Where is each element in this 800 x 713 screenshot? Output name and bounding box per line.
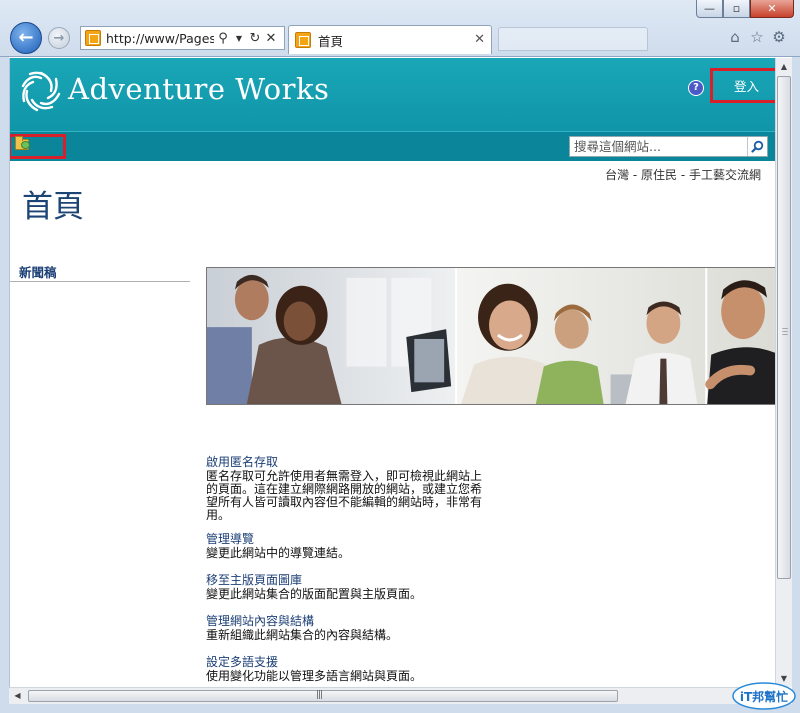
desc-line: 變更此網站中的導覽連結。 <box>206 546 351 560</box>
help-icon[interactable]: ? <box>688 80 704 96</box>
window-frame-bottom <box>0 704 800 713</box>
address-bar[interactable]: http://www/Pages/ ⚲ ▼ ↻ ✕ <box>80 26 285 50</box>
horizontal-scrollbar[interactable]: ◀ ||| ▶ <box>9 687 775 704</box>
site-actions-button[interactable] <box>10 134 66 159</box>
site-header: Adventure Works ? 登入 <box>10 58 775 161</box>
tab-home[interactable]: 首頁 ✕ <box>288 25 492 54</box>
manage-content-structure-link[interactable]: 管理網站內容與結構 <box>206 612 496 629</box>
window-frame-right <box>792 57 800 707</box>
link-block-manage-navigation: 管理導覽 變更此網站中的導覽連結。 <box>206 530 496 560</box>
link-description: 變更此網站中的導覽連結。 <box>206 547 496 560</box>
site-favicon-icon <box>85 30 101 46</box>
adventure-works-logo-icon <box>21 71 61 112</box>
horizontal-scroll-thumb[interactable]: ||| <box>28 690 618 702</box>
link-description: 重新組織此網站集合的內容與結構。 <box>206 629 496 642</box>
scroll-up-arrow-icon[interactable]: ▲ <box>776 58 792 75</box>
search-icon[interactable]: ⚲ <box>216 31 230 46</box>
background-tab[interactable] <box>498 27 648 51</box>
desc-line: 變更此網站集合的版面配置與主版頁面。 <box>206 587 423 601</box>
scroll-grip-icon: — — — <box>782 325 788 338</box>
forward-button[interactable]: → <box>48 27 70 49</box>
desc-line: 重新組織此網站集合的內容與結構。 <box>206 628 399 642</box>
enable-anonymous-access-link[interactable]: 啟用匿名存取 <box>206 453 496 470</box>
master-page-gallery-link[interactable]: 移至主版頁面圖庫 <box>206 571 496 588</box>
multilingual-support-link[interactable]: 設定多語支援 <box>206 653 496 670</box>
ithome-watermark-logo: iT邦幫忙 <box>732 682 796 710</box>
stop-icon[interactable]: ✕ <box>264 31 278 46</box>
folder-icon <box>15 136 30 150</box>
scroll-grip-icon: ||| <box>316 690 323 700</box>
home-icon[interactable]: ⌂ <box>726 28 744 46</box>
link-block-anonymous-access: 啟用匿名存取 匿名存取可允許使用者無需登入，即可檢視此網站上 的頁面。這在建立網… <box>206 453 496 522</box>
link-description: 變更此網站集合的版面配置與主版頁面。 <box>206 588 496 601</box>
banner-photo <box>206 267 775 405</box>
manage-navigation-link[interactable]: 管理導覽 <box>206 530 496 547</box>
sign-in-button[interactable]: 登入 <box>710 68 775 103</box>
vertical-scroll-thumb[interactable]: — — — <box>777 76 791 579</box>
tab-close-icon[interactable]: ✕ <box>474 32 485 47</box>
link-block-multilingual: 設定多語支援 使用變化功能以管理多語言網站與頁面。 <box>206 653 496 683</box>
quick-launch-divider <box>10 281 190 282</box>
link-block-master-page-gallery: 移至主版頁面圖庫 變更此網站集合的版面配置與主版頁面。 <box>206 571 496 601</box>
site-title[interactable]: Adventure Works <box>68 72 329 106</box>
forward-arrow-icon: → <box>53 30 65 46</box>
search-button[interactable] <box>747 137 767 156</box>
back-arrow-icon: ← <box>18 27 34 48</box>
desc-line: 用。 <box>206 508 231 522</box>
vertical-scrollbar[interactable]: ▲ — — — ▼ <box>775 58 792 687</box>
window-frame-left <box>0 57 9 707</box>
link-description: 使用變化功能以管理多語言網站與頁面。 <box>206 670 496 683</box>
tab-label: 首頁 <box>318 33 344 49</box>
navigation-bar: ← → http://www/Pages/ ⚲ ▼ ↻ ✕ 首頁 ✕ ⌂ ☆ ⚙ <box>8 22 792 54</box>
back-button[interactable]: ← <box>10 22 42 54</box>
favorites-star-icon[interactable]: ☆ <box>748 28 766 46</box>
gear-icon[interactable]: ⚙ <box>770 28 788 46</box>
desc-line: 望所有人皆可讀取內容但不能編輯的網站時，非常有 <box>206 495 483 509</box>
close-window-button[interactable]: ✕ <box>750 0 794 18</box>
link-description: 匿名存取可允許使用者無需登入，即可檢視此網站上 的頁面。這在建立網際網路開放的網… <box>206 470 496 522</box>
search-input[interactable] <box>570 137 746 156</box>
tab-favicon-icon <box>295 32 311 48</box>
refresh-icon[interactable]: ↻ <box>248 31 262 46</box>
magnifier-icon <box>751 140 764 153</box>
svg-text:iT邦幫忙: iT邦幫忙 <box>740 689 788 704</box>
quick-launch-heading-news[interactable]: 新聞稿 <box>19 262 57 281</box>
window-controls: — ▫ ✕ <box>696 0 794 20</box>
scroll-left-arrow-icon[interactable]: ◀ <box>9 688 26 704</box>
link-block-content-structure: 管理網站內容與結構 重新組織此網站集合的內容與結構。 <box>206 612 496 642</box>
desc-line: 使用變化功能以管理多語言網站與頁面。 <box>206 669 423 683</box>
breadcrumb[interactable]: 台灣 - 原住民 - 手工藝交流網 <box>605 166 761 183</box>
address-text[interactable]: http://www/Pages/ <box>106 31 214 46</box>
site-search-box <box>569 136 768 157</box>
page-title: 首頁 <box>22 189 84 225</box>
dropdown-icon[interactable]: ▼ <box>232 34 246 43</box>
browser-chrome: — ▫ ✕ ← → http://www/Pages/ ⚲ ▼ ↻ ✕ 首頁 ✕… <box>0 0 800 57</box>
maximize-button[interactable]: ▫ <box>723 0 750 18</box>
minimize-button[interactable]: — <box>696 0 723 18</box>
page-viewport: Adventure Works ? 登入 台灣 - 原住民 - 手工藝交流網 首… <box>9 58 775 687</box>
